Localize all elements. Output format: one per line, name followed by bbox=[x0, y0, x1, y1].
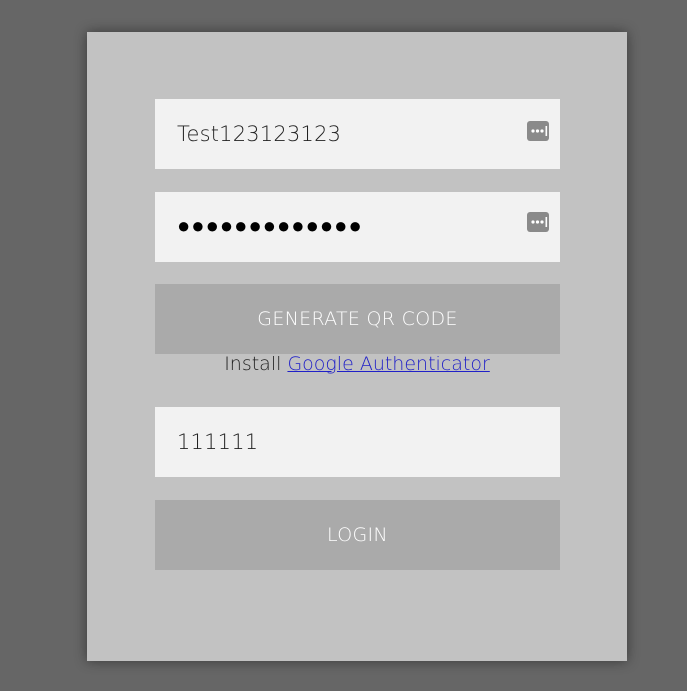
google-authenticator-link[interactable]: Google Authenticator bbox=[287, 353, 489, 375]
verification-code-field[interactable]: 111111 bbox=[155, 407, 560, 477]
password-manager-icon[interactable] bbox=[527, 121, 549, 143]
login-panel: Test123123123 ●●●●●●●●●●●●● GENERATE QR … bbox=[87, 32, 627, 661]
verification-code-value: 111111 bbox=[177, 430, 259, 454]
install-prefix: Install bbox=[224, 353, 282, 375]
username-field[interactable]: Test123123123 bbox=[155, 99, 560, 169]
password-masked-value: ●●●●●●●●●●●●● bbox=[177, 214, 363, 239]
password-field[interactable]: ●●●●●●●●●●●●● bbox=[155, 192, 560, 262]
install-authenticator-text: Install Google Authenticator bbox=[87, 353, 627, 375]
login-button[interactable]: LOGIN bbox=[155, 500, 560, 570]
password-manager-icon[interactable] bbox=[527, 212, 549, 234]
generate-qr-code-button[interactable]: GENERATE QR CODE bbox=[155, 284, 560, 354]
username-value: Test123123123 bbox=[177, 122, 342, 146]
